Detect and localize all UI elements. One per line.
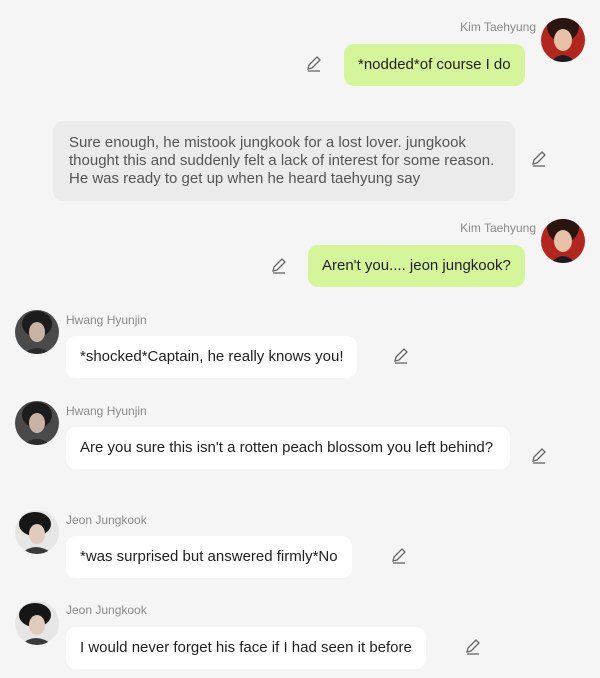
message-bubble[interactable]: I would never forget his face if I had s… [66,627,426,669]
avatar[interactable] [15,601,59,645]
avatar[interactable] [15,510,59,554]
sender-name: Hwang Hyunjin [66,404,147,418]
message-bubble[interactable]: *was surprised but answered firmly*No [66,536,352,578]
edit-icon[interactable] [390,547,408,565]
avatar[interactable] [15,401,59,445]
message-bubble[interactable]: Are you sure this isn't a rotten peach b… [66,427,510,469]
avatar[interactable] [541,219,585,263]
message-bubble[interactable]: Aren't you.... jeon jungkook? [308,245,525,287]
edit-icon[interactable] [305,55,323,73]
edit-icon[interactable] [464,638,482,656]
edit-icon[interactable] [530,150,548,168]
sender-name: Kim Taehyung [460,20,536,34]
message-bubble[interactable]: *nodded*of course I do [344,44,525,86]
edit-icon[interactable] [270,257,288,275]
narration-bubble[interactable]: Sure enough, he mistook jungkook for a l… [53,121,515,201]
edit-icon[interactable] [392,347,410,365]
avatar[interactable] [15,310,59,354]
sender-name: Jeon Jungkook [66,513,147,527]
sender-name: Kim Taehyung [460,221,536,235]
sender-name: Jeon Jungkook [66,603,147,617]
avatar[interactable] [541,18,585,62]
edit-icon[interactable] [530,447,548,465]
message-bubble[interactable]: *shocked*Captain, he really knows you! [66,336,358,378]
sender-name: Hwang Hyunjin [66,313,147,327]
